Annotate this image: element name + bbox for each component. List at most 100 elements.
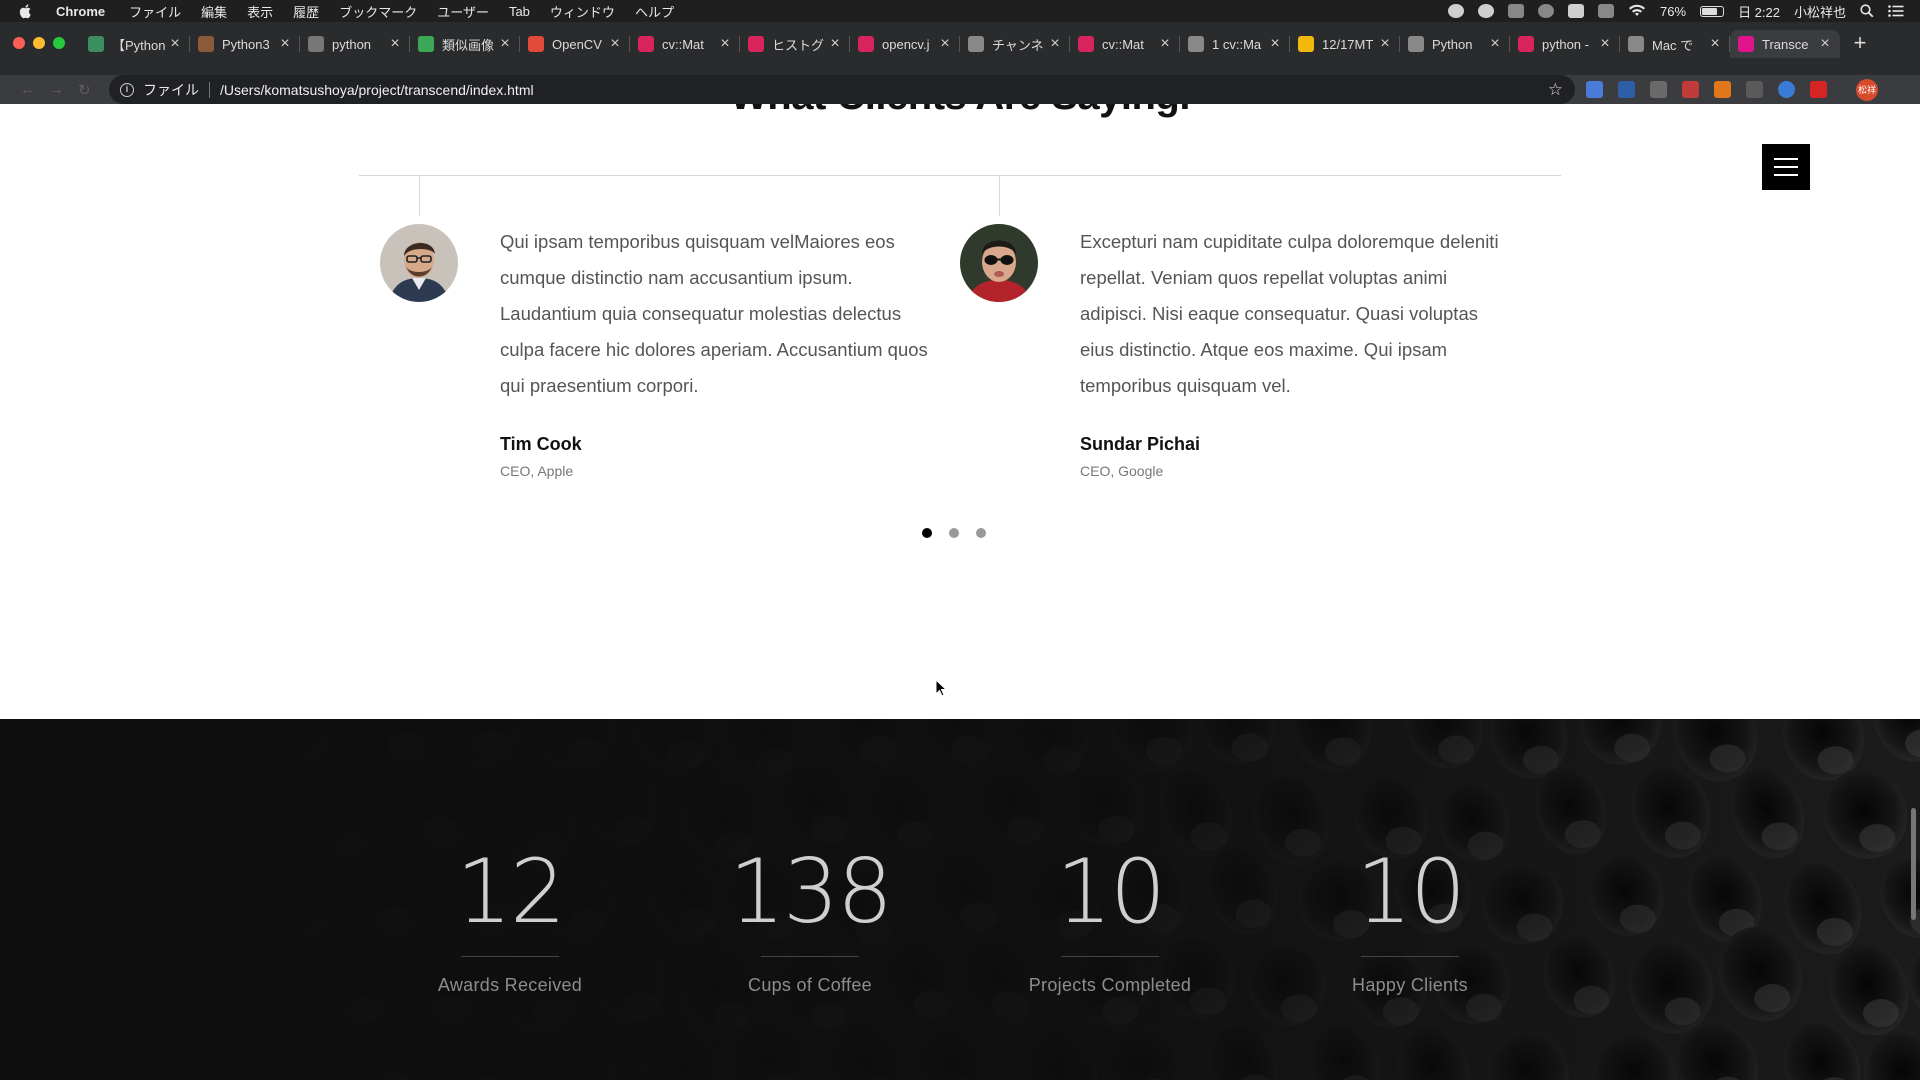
stat-label: Cups of Coffee [748, 975, 872, 995]
browser-tab[interactable]: cv::Mat × [630, 30, 740, 58]
metamask-extension-icon[interactable] [1714, 81, 1731, 98]
browser-tab[interactable]: Python × [1400, 30, 1510, 58]
close-window-button[interactable] [13, 37, 25, 49]
tab-close-icon[interactable]: × [498, 36, 512, 52]
browser-tab[interactable]: python × [300, 30, 410, 58]
battery-percent: 76% [1660, 3, 1687, 19]
url-text[interactable]: /Users/komatsushoya/project/transcend/in… [220, 82, 534, 98]
tab-close-icon[interactable]: × [1158, 36, 1172, 52]
tab-title: ヒストグ [772, 37, 825, 53]
new-tab-button[interactable]: + [1846, 30, 1874, 58]
menu-tab[interactable]: Tab [509, 4, 530, 19]
tab-title: 【Python [112, 37, 166, 53]
site-info-icon[interactable]: i [120, 82, 134, 97]
carousel-dot[interactable] [922, 528, 932, 538]
tab-close-icon[interactable]: × [938, 36, 952, 52]
tab-close-icon[interactable]: × [1048, 36, 1062, 52]
tab-close-icon[interactable]: × [1488, 36, 1502, 52]
input-method-icon[interactable] [1568, 4, 1585, 18]
browser-tab[interactable]: 類似画像 × [410, 30, 520, 58]
browser-tab[interactable]: ヒストグ × [740, 30, 850, 58]
stat-divider [1361, 956, 1459, 957]
hamburger-menu-button[interactable] [1762, 144, 1810, 190]
video-extension-icon[interactable] [1810, 81, 1827, 98]
stat-label: Awards Received [437, 975, 583, 995]
menu-window[interactable]: ウィンドウ [550, 2, 615, 21]
menu-help[interactable]: ヘルプ [635, 2, 674, 21]
stat-divider [761, 956, 859, 957]
testimonial-quote: Excepturi nam cupiditate culpa doloremqu… [1080, 231, 1499, 396]
browser-tab[interactable]: cv::Mat × [1070, 30, 1180, 58]
browser-tab[interactable]: opencv.j × [850, 30, 960, 58]
tab-close-icon[interactable]: × [1378, 36, 1392, 52]
browser-tab[interactable]: チャンネ × [960, 30, 1070, 58]
tab-title: 1 cv::Ma [1212, 36, 1262, 52]
page-scrollbar[interactable] [1911, 808, 1916, 920]
tab-close-icon[interactable]: × [278, 36, 292, 52]
menu-app-chrome[interactable]: Chrome [56, 4, 105, 19]
browser-tab[interactable]: Transce × [1730, 30, 1840, 58]
tab-close-icon[interactable]: × [1708, 36, 1722, 52]
battery-icon[interactable] [1700, 5, 1725, 17]
app-menu-icon[interactable] [1508, 4, 1525, 18]
tab-close-icon[interactable]: × [718, 36, 732, 52]
browser-tab[interactable]: python - × [1510, 30, 1620, 58]
record-status-icon[interactable] [1448, 4, 1465, 18]
apple-logo-icon[interactable] [18, 3, 34, 19]
back-arrow-icon[interactable]: ← [20, 81, 35, 99]
creative-cloud-icon[interactable] [1538, 4, 1555, 18]
tab-close-icon[interactable]: × [168, 36, 182, 52]
spotlight-search-icon[interactable] [1860, 4, 1874, 18]
browser-tab[interactable]: 12/17MT × [1290, 30, 1400, 58]
menu-user[interactable]: ユーザー [437, 2, 489, 21]
menu-history[interactable]: 履歴 [293, 2, 319, 21]
stat-value: 138 [729, 840, 893, 943]
calendar-extension-icon[interactable] [1682, 81, 1699, 98]
dictionary-extension-icon[interactable] [1618, 81, 1635, 98]
testimonial-quote: Qui ipsam temporibus quisquam velMaiores… [500, 231, 928, 396]
tab-close-icon[interactable]: × [828, 36, 842, 52]
tab-close-icon[interactable]: × [388, 36, 402, 52]
browser-tab[interactable]: Python3 × [190, 30, 300, 58]
reload-icon[interactable]: ↻ [78, 81, 91, 99]
stat-label: Projects Completed [1028, 975, 1192, 995]
tab-title: Mac で [1652, 37, 1694, 53]
tab-title: OpenCV [552, 36, 602, 52]
tab-close-icon[interactable]: × [1268, 36, 1282, 52]
tab-title: cv::Mat [662, 36, 704, 52]
carousel-dot[interactable] [976, 528, 986, 538]
stat-label: Happy Clients [1352, 975, 1468, 995]
vpn-extension-icon[interactable] [1778, 81, 1795, 98]
menu-view[interactable]: 表示 [247, 2, 273, 21]
carousel-dot[interactable] [949, 528, 959, 538]
address-bar[interactable]: i ファイル /Users/komatsushoya/project/trans… [109, 75, 1575, 104]
menu-file[interactable]: ファイル [129, 2, 181, 21]
browser-tab[interactable]: OpenCV × [520, 30, 630, 58]
browser-tab[interactable]: Mac で × [1620, 30, 1730, 58]
tab-close-icon[interactable]: × [608, 36, 622, 52]
forward-arrow-icon[interactable]: → [49, 81, 64, 99]
wifi-icon[interactable] [1628, 4, 1646, 18]
divider-tick [999, 176, 1000, 216]
bluetooth-icon[interactable] [1598, 4, 1615, 18]
cast-extension-icon[interactable] [1650, 81, 1667, 98]
notification-center-icon[interactable] [1888, 5, 1904, 17]
selenium-extension-icon[interactable] [1746, 81, 1763, 98]
tab-favicon-icon [858, 36, 874, 52]
tab-favicon-icon [1518, 36, 1534, 52]
tab-close-icon[interactable]: × [1598, 36, 1612, 52]
tab-close-icon[interactable]: × [1818, 36, 1832, 52]
clock[interactable]: 日 2:22 [1738, 2, 1780, 21]
stat-divider [461, 956, 559, 957]
menu-bookmarks[interactable]: ブックマーク [339, 2, 417, 21]
fullscreen-window-button[interactable] [53, 37, 65, 49]
minimize-window-button[interactable] [33, 37, 45, 49]
user-name[interactable]: 小松祥也 [1794, 2, 1846, 21]
menu-edit[interactable]: 編集 [201, 2, 227, 21]
translate-extension-icon[interactable] [1586, 81, 1603, 98]
grammarly-icon[interactable] [1478, 4, 1495, 18]
browser-tab[interactable]: 1 cv::Ma × [1180, 30, 1290, 58]
profile-avatar[interactable]: 松祥 [1856, 79, 1878, 101]
bookmark-star-icon[interactable]: ☆ [1548, 80, 1563, 100]
browser-tab[interactable]: 【Python × [80, 30, 190, 58]
